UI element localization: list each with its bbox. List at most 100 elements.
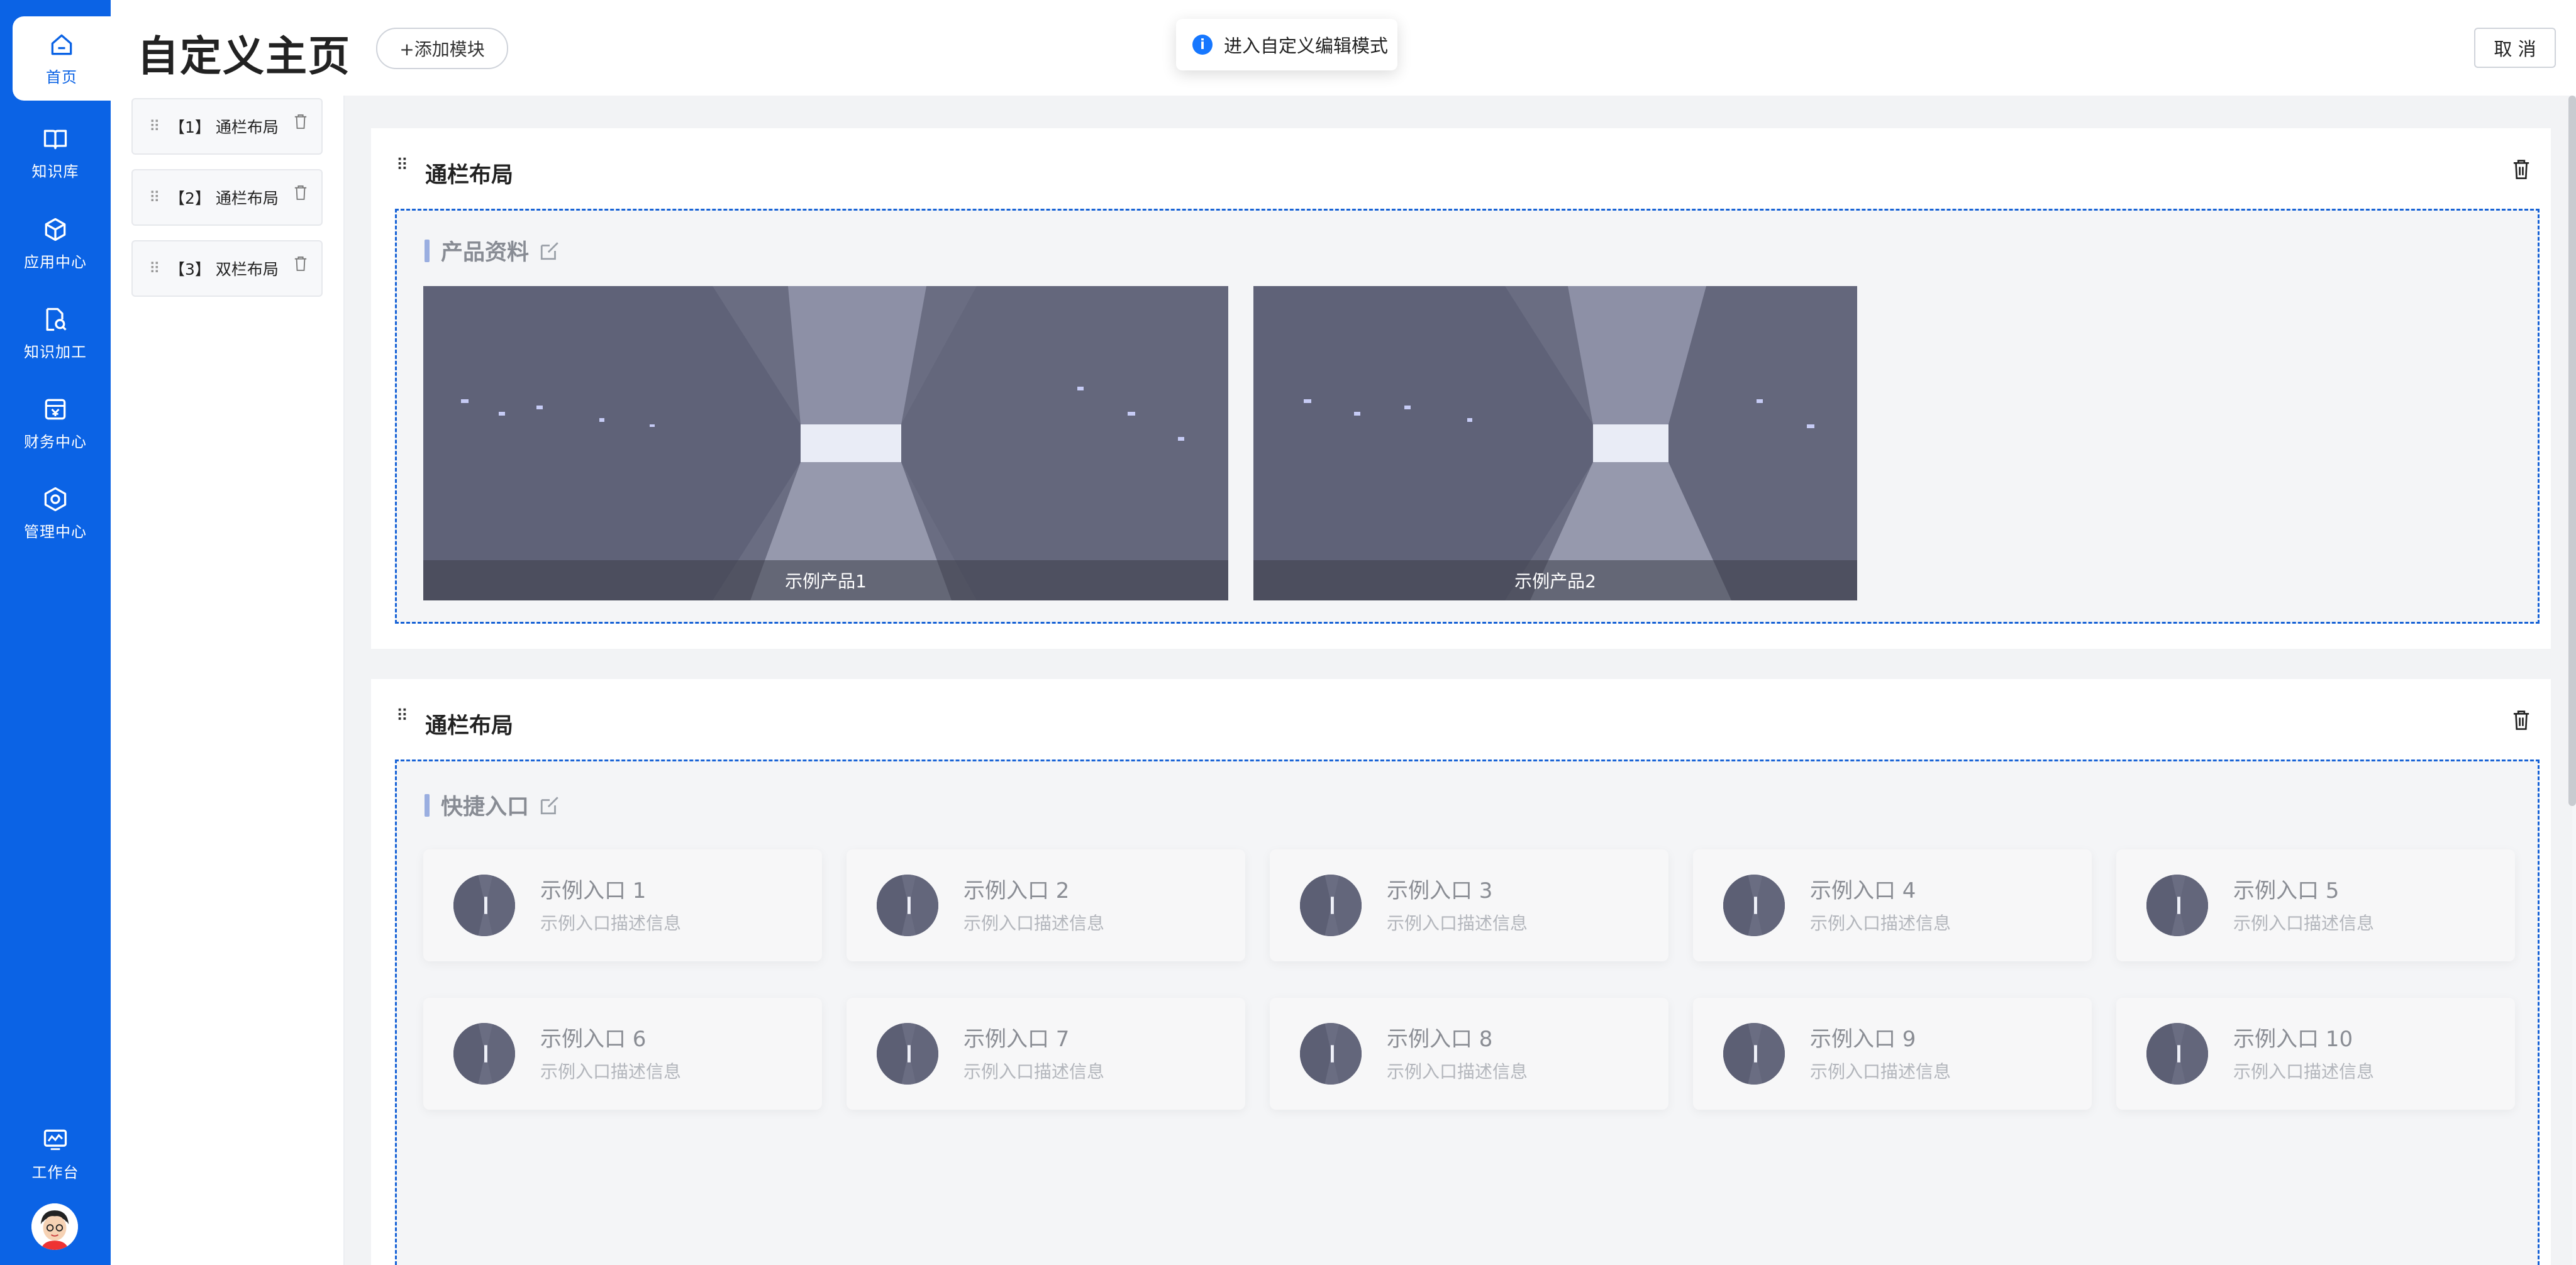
nav-item-label: 工作台 (31, 1163, 79, 1181)
delete-icon[interactable] (294, 255, 308, 272)
product-caption: 示例产品2 (1253, 560, 1857, 600)
module-list-panel: ⠿ 【1】 通栏布局 ⠿ 【2】 通栏布局 ⠿ 【3】 双栏布局 (111, 96, 345, 1265)
nav-item-label: 管理中心 (24, 522, 87, 541)
delete-icon[interactable] (2512, 158, 2531, 180)
quick-entry-card[interactable]: 示例入口 8 示例入口描述信息 (1270, 998, 1668, 1110)
block-title-text: 快捷入口 (441, 795, 530, 820)
nav-item-app-center[interactable]: 应用中心 (0, 201, 111, 285)
edit-mode-toast: i 进入自定义编辑模式 (1176, 19, 1397, 70)
entry-description: 示例入口描述信息 (1810, 1061, 1951, 1082)
drag-handle-icon[interactable]: ⠿ (149, 118, 165, 135)
entry-thumbnail-icon (1300, 875, 1362, 936)
entry-description: 示例入口描述信息 (540, 1061, 682, 1082)
left-nav-rail: 首页 知识库 应用中心 知识加工 财务中心 管理中心 工作台 (0, 0, 111, 1265)
module-item-label: 【3】 双栏布局 (169, 260, 279, 279)
document-edit-icon (46, 307, 67, 331)
module-item-label: 【1】 通栏布局 (169, 118, 279, 136)
nav-item-label: 财务中心 (24, 433, 87, 451)
settings-icon (44, 487, 67, 511)
module-list-item[interactable]: ⠿ 【1】 通栏布局 (131, 98, 323, 155)
drag-handle-icon[interactable]: ⠿ (396, 707, 408, 726)
entry-thumbnail-icon (877, 1023, 938, 1085)
entry-name: 示例入口 9 (1810, 1027, 1916, 1052)
module-list-item[interactable]: ⠿ 【3】 双栏布局 (131, 240, 323, 297)
monitor-icon (43, 1129, 67, 1150)
info-icon: i (1192, 35, 1213, 55)
entry-name: 示例入口 4 (1810, 878, 1916, 903)
quick-entry-card[interactable]: 示例入口 10 示例入口描述信息 (2116, 998, 2515, 1110)
entry-name: 示例入口 6 (540, 1027, 647, 1052)
nav-item-knowledge-base[interactable]: 知识库 (0, 111, 111, 195)
quick-entry-card[interactable]: 示例入口 1 示例入口描述信息 (423, 849, 822, 961)
entry-thumbnail-icon (2146, 1023, 2208, 1085)
user-avatar[interactable] (31, 1203, 78, 1250)
cancel-button[interactable]: 取 消 (2474, 28, 2556, 68)
finance-icon (45, 399, 66, 419)
toast-message: 进入自定义编辑模式 (1224, 35, 1389, 57)
nav-item-finance-center[interactable]: 财务中心 (0, 381, 111, 465)
quick-entry-card[interactable]: 示例入口 2 示例入口描述信息 (847, 849, 1245, 961)
entry-name: 示例入口 1 (540, 878, 647, 903)
quick-entry-block[interactable]: 快捷入口 示例入口 1 示例入口描述信息 示例入口 2 示例入口描述信息 示例入口 3示… (395, 760, 2540, 1265)
drag-handle-icon[interactable]: ⠿ (149, 189, 165, 206)
add-module-button[interactable]: +添加模块 (376, 28, 508, 69)
entry-description: 示例入口描述信息 (963, 913, 1105, 934)
delete-icon[interactable] (294, 184, 308, 201)
avatar-icon (31, 1203, 78, 1250)
block-title-text: 产品资料 (441, 240, 530, 265)
edit-icon[interactable] (539, 240, 560, 262)
nav-item-knowledge-processing[interactable]: 知识加工 (0, 291, 111, 375)
section-header: ⠿ 通栏布局 (371, 128, 2551, 210)
drag-handle-icon[interactable]: ⠿ (396, 156, 408, 175)
book-icon (43, 130, 67, 149)
entry-thumbnail-icon (453, 875, 515, 936)
delete-icon[interactable] (2512, 709, 2531, 731)
quick-entry-card[interactable]: 示例入口 3 示例入口描述信息 (1270, 849, 1668, 961)
canvas-scrollbar[interactable] (2568, 96, 2576, 806)
nav-item-admin-center[interactable]: 管理中心 (0, 471, 111, 555)
layout-section: ⠿ 通栏布局 产品资料 示例产品1 示例产品2 (371, 128, 2551, 649)
entry-description: 示例入口描述信息 (1387, 1061, 1528, 1082)
quick-entry-card[interactable]: 示例入口 7 示例入口描述信息 (847, 998, 1245, 1110)
module-item-label: 【2】 通栏布局 (169, 189, 279, 207)
product-block[interactable]: 产品资料 示例产品1 示例产品2 (395, 209, 2540, 624)
page-title: 自定义主页 (137, 32, 351, 80)
nav-item-home[interactable]: 首页 (13, 16, 111, 101)
block-title: 快捷入口 (425, 789, 560, 821)
entry-name: 示例入口 3 (1387, 878, 1493, 903)
entry-description: 示例入口描述信息 (540, 913, 682, 934)
module-list-item[interactable]: ⠿ 【2】 通栏布局 (131, 169, 323, 226)
entry-description: 示例入口描述信息 (2233, 1061, 2375, 1082)
entry-name: 示例入口 7 (963, 1027, 1070, 1052)
entry-thumbnail-icon (1723, 875, 1785, 936)
entry-description: 示例入口描述信息 (1387, 913, 1528, 934)
section-title: 通栏布局 (425, 714, 514, 739)
delete-icon[interactable] (294, 113, 308, 130)
entry-name: 示例入口 5 (2233, 878, 2340, 903)
entry-thumbnail-icon (2146, 875, 2208, 936)
quick-entry-card[interactable]: 示例入口 9 示例入口描述信息 (1693, 998, 2092, 1110)
quick-entry-card[interactable]: 示例入口 5 示例入口描述信息 (2116, 849, 2515, 961)
quick-entry-card[interactable]: 示例入口 4 示例入口描述信息 (1693, 849, 2092, 961)
entry-thumbnail-icon (1300, 1023, 1362, 1085)
nav-item-label: 知识加工 (24, 343, 87, 361)
entry-description: 示例入口描述信息 (963, 1061, 1105, 1082)
entry-name: 示例入口 8 (1387, 1027, 1493, 1052)
server-room-image (1253, 286, 1857, 600)
title-accent-bar (425, 793, 430, 817)
nav-item-workbench[interactable]: 工作台 (0, 1112, 111, 1196)
quick-entry-card[interactable]: 示例入口 6 示例入口描述信息 (423, 998, 822, 1110)
server-room-image (423, 286, 1228, 600)
section-header: ⠿ 通栏布局 (371, 679, 2551, 761)
entry-name: 示例入口 10 (2233, 1027, 2353, 1052)
nav-item-label: 应用中心 (24, 253, 87, 271)
entry-description: 示例入口描述信息 (2233, 913, 2375, 934)
product-card[interactable]: 示例产品1 (423, 286, 1228, 600)
nav-item-label: 首页 (46, 68, 77, 86)
home-icon (51, 34, 72, 55)
entry-thumbnail-icon (453, 1023, 515, 1085)
entry-thumbnail-icon (877, 875, 938, 936)
product-card[interactable]: 示例产品2 (1253, 286, 1857, 600)
edit-icon[interactable] (539, 795, 560, 816)
drag-handle-icon[interactable]: ⠿ (149, 260, 165, 277)
